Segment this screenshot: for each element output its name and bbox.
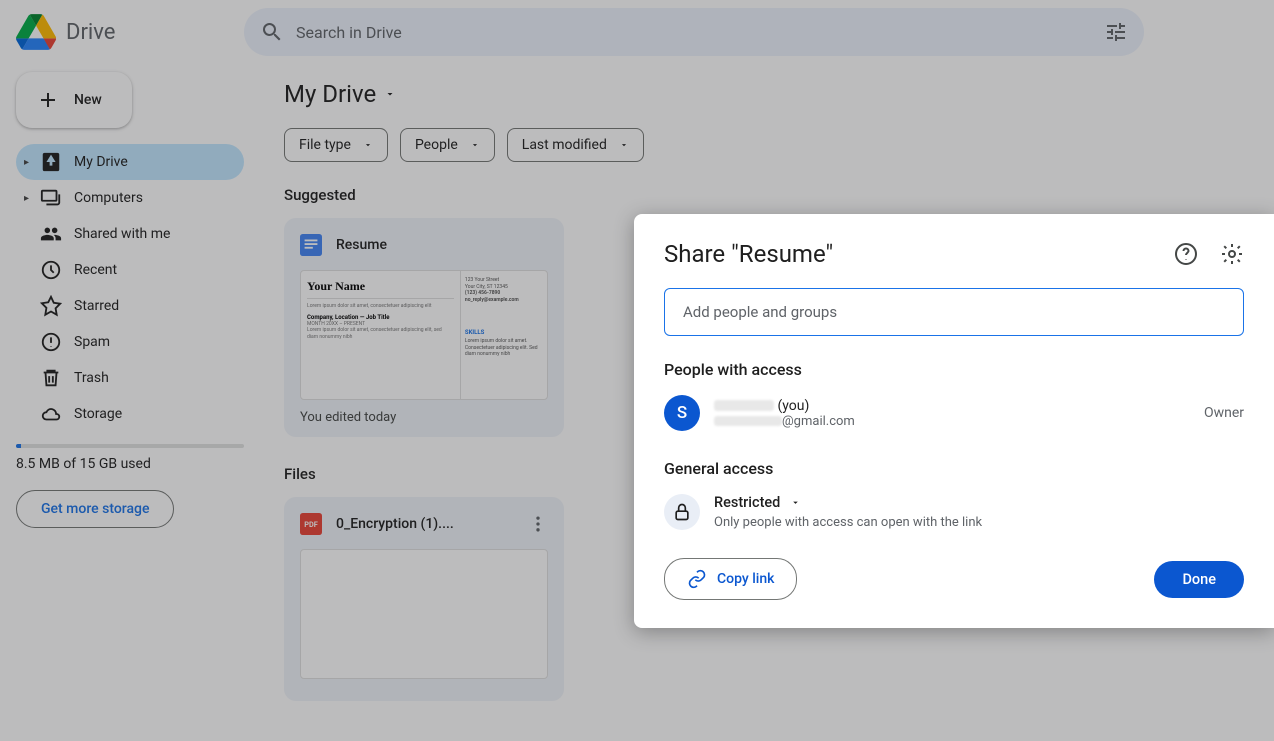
person-name: (you) <box>714 398 1190 414</box>
copy-link-button[interactable]: Copy link <box>664 558 797 600</box>
person-role: Owner <box>1204 405 1244 421</box>
person-email: @gmail.com <box>714 414 1190 429</box>
help-icon[interactable] <box>1174 242 1198 266</box>
general-access-label: General access <box>664 459 1244 478</box>
people-with-access-label: People with access <box>664 360 1244 379</box>
avatar: S <box>664 395 700 431</box>
general-access-row: Restricted Only people with access can o… <box>664 494 1244 530</box>
copy-link-label: Copy link <box>717 571 774 587</box>
access-description: Only people with access can open with th… <box>714 515 982 530</box>
dialog-title: Share "Resume" <box>664 240 1174 268</box>
gear-icon[interactable] <box>1220 242 1244 266</box>
share-dialog: Share "Resume" People with access S (you… <box>634 214 1274 628</box>
lock-icon <box>664 494 700 530</box>
access-person-row: S (you) @gmail.com Owner <box>664 395 1244 431</box>
access-level-label: Restricted <box>714 494 780 511</box>
access-level-dropdown[interactable]: Restricted <box>714 494 982 511</box>
link-icon <box>687 569 707 589</box>
done-button[interactable]: Done <box>1154 561 1244 598</box>
caret-down-icon <box>790 497 801 508</box>
add-people-input[interactable] <box>664 288 1244 336</box>
